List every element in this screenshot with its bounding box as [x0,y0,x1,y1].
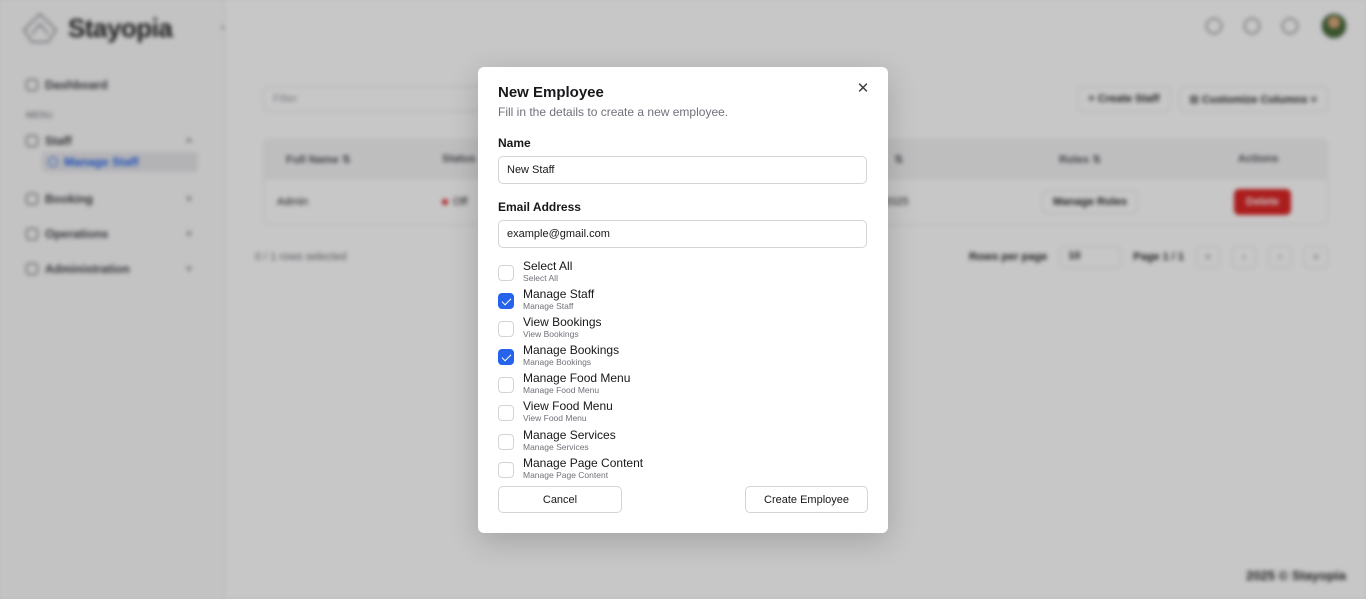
permission-sublabel: Manage Food Menu [523,385,600,396]
permission-text: View Food Menu View Food Menu [523,399,613,424]
permission-item[interactable]: Manage Staff Manage Staff [498,288,868,316]
permission-item[interactable]: View Bookings View Bookings [498,316,868,344]
permission-text: Manage Food Menu Manage Food Menu [523,371,631,396]
permission-checkbox[interactable] [498,461,514,478]
permission-label: Manage Services [523,427,616,442]
permission-item[interactable]: Manage Bookings Manage Bookings [498,344,868,372]
permission-text: Manage Bookings Manage Bookings [523,343,620,368]
permission-checkbox[interactable] [498,321,514,338]
permission-sublabel: Manage Page Content [523,469,609,480]
permission-sublabel: View Bookings [523,329,579,340]
email-label: Email Address [498,200,581,214]
dialog-title: New Employee [498,84,604,101]
permission-sublabel: View Food Menu [523,413,587,424]
permission-text: View Bookings View Bookings [523,315,602,340]
permission-sublabel: Manage Staff [523,301,574,312]
permission-text: Select All Select All [523,259,573,284]
permission-label: Manage Page Content [523,455,644,470]
permissions-list: Select All Select All Manage Staff Manage S… [498,260,868,485]
permission-item[interactable]: View Food Menu View Food Menu [498,400,868,428]
permission-item[interactable]: Manage Services Manage Services [498,427,868,457]
email-field[interactable] [498,220,867,248]
permission-label: Manage Staff [523,287,595,302]
permission-checkbox[interactable] [498,265,514,281]
permission-text: Manage Staff Manage Staff [523,287,595,312]
name-field[interactable] [498,156,867,184]
create-employee-button[interactable]: Create Employee [745,486,868,513]
permission-checkbox[interactable] [498,349,514,366]
permission-checkbox[interactable] [498,433,514,450]
permission-sublabel: Select All [523,273,558,283]
new-employee-dialog: ✕ New Employee Fill in the details to cr… [478,67,888,533]
permission-label: Manage Bookings [523,343,620,358]
permission-label: View Food Menu [523,399,613,414]
permission-checkbox[interactable] [498,293,514,310]
permission-text: Manage Services Manage Services [523,427,616,452]
close-icon[interactable]: ✕ [855,81,871,97]
permission-label: View Bookings [523,315,602,330]
cancel-button[interactable]: Cancel [498,486,622,513]
permission-item[interactable]: Manage Food Menu Manage Food Menu [498,372,868,400]
permission-label: Manage Food Menu [523,371,631,386]
name-label: Name [498,136,531,150]
permission-item[interactable]: Select All Select All [498,260,868,288]
dialog-description: Fill in the details to create a new empl… [498,105,729,119]
permission-text: Manage Page Content Manage Page Content [523,455,644,480]
permission-sublabel: Manage Services [523,441,589,452]
permission-item[interactable]: Manage Page Content Manage Page Content [498,455,868,485]
permission-label: Select All [523,259,573,273]
dialog-actions: Cancel Create Employee [498,486,868,513]
permission-sublabel: Manage Bookings [523,357,592,368]
permission-checkbox[interactable] [498,405,514,422]
permission-checkbox[interactable] [498,377,514,394]
